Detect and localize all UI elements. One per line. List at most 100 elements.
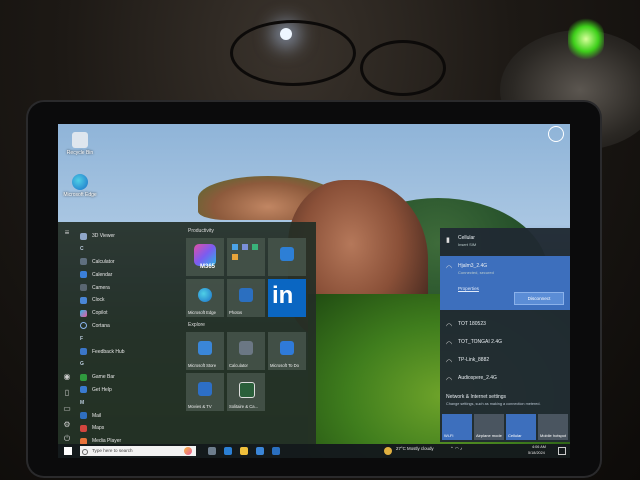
network-item[interactable]: ◠ TOT 180523 [446,320,566,338]
cluster-icon [242,244,248,250]
disconnect-button[interactable]: Disconnect [514,292,564,305]
tile-solitaire[interactable]: Solitaire & Ca... [227,373,265,411]
quick-action-airplane[interactable]: Airplane mode [474,414,504,440]
copilot-icon[interactable] [184,447,192,455]
search-box[interactable]: Type here to search [80,446,196,456]
store-icon[interactable] [256,447,264,455]
app-list-item[interactable]: Get Help [80,384,184,397]
network-item[interactable]: ◠ Audiospere_2.4G [446,374,566,392]
game-bar-icon [80,373,87,381]
document-icon[interactable]: ▯ [62,388,72,398]
network-status: Insert SIM [458,242,477,247]
app-label: Maps [92,425,105,432]
power-icon[interactable]: ⏻ [62,434,72,444]
edge-icon [198,288,212,302]
store-icon [198,341,212,355]
app-list-letter[interactable]: C [80,243,184,256]
network-cellular[interactable]: ▮ Cellular Insert SIM [446,234,566,252]
tile-store[interactable]: Microsoft Store [186,332,224,370]
user-icon[interactable]: ◉ [62,372,72,382]
network-item[interactable]: ◠ TOT_TONGAI 2.4G [446,338,566,356]
tile-calculator[interactable]: Calculator [227,332,265,370]
app-list-letter[interactable]: F [80,332,184,345]
app-list-item[interactable]: Camera [80,281,184,294]
tile-label: Microsoft Store [188,363,217,368]
copilot-icon [80,309,87,317]
app-list-item[interactable]: Calendar [80,268,184,281]
app-list-letter[interactable]: M [80,396,184,409]
tile-movies[interactable]: Movies & TV [186,373,224,411]
weather-icon[interactable] [384,447,392,455]
m365-icon [194,244,216,266]
app-list-item[interactable]: Cortana [80,320,184,333]
tile-mail[interactable] [268,238,306,276]
app-label: Get Help [92,386,112,393]
tile-label: Solitaire & Ca... [229,404,259,409]
network-connected[interactable]: ◠ Hjalm3_2.4G Connected, secured Propert… [440,256,570,310]
network-name: Audiospere_2.4G [458,375,497,381]
network-name: TOT 180523 [458,321,486,327]
task-view-icon[interactable] [208,447,216,455]
edge-icon [72,174,88,190]
tile-photos[interactable]: Photos [227,279,265,317]
mail-icon[interactable] [272,447,280,455]
app-list-item[interactable]: Mail [80,409,184,422]
app-list-item[interactable]: Maps [80,422,184,435]
cable [360,40,446,96]
start-rail: ≡ ◉ ▯ ▭ ⚙ ⏻ [58,222,78,444]
file-explorer-icon[interactable] [240,447,248,455]
quick-action-wifi[interactable]: Wi-Fi [442,414,472,440]
linkedin-icon: in [272,282,294,309]
network-name: TP-Link_8882 [458,357,490,363]
app-label: Calendar [92,271,113,278]
group-label-productivity: Productivity [188,228,214,234]
group-label-explore: Explore [188,322,205,328]
quick-action-cellular[interactable]: Cellular [506,414,536,440]
green-light [568,18,604,60]
app-list: 3D Viewer C Calculator Calendar Camera C… [80,230,184,448]
weather-text[interactable]: 27°C Mostly cloudy [396,446,434,451]
tile-apps-cluster[interactable] [227,238,265,276]
tile-m365[interactable]: M365 [186,238,224,276]
quick-action-label: Cellular [508,433,522,438]
app-list-item[interactable]: Clock [80,294,184,307]
wifi-icon: ◠ [446,377,453,384]
tile-edge[interactable]: Microsoft Edge [186,279,224,317]
app-label: 3D Viewer [92,233,115,240]
app-list-item[interactable]: Copilot [80,307,184,320]
desktop-icon-recycle-bin[interactable]: Recycle Bin [60,132,100,156]
edge-icon[interactable] [224,447,232,455]
desktop-icon-edge[interactable]: Microsoft Edge [60,174,100,198]
app-list-item[interactable]: Feedback Hub [80,345,184,358]
network-settings-link[interactable]: Network & Internet settings [446,394,506,400]
windows-start-icon[interactable] [64,447,72,455]
app-label: Clock [92,297,105,304]
tile-todo[interactable]: Microsoft To Do [268,332,306,370]
network-flyout: ▮ Cellular Insert SIM ◠ Hjalm3_2.4G Conn… [440,228,570,442]
wifi-icon: ◠ [446,341,453,348]
mail-icon [80,412,87,420]
properties-link[interactable]: Properties [458,286,479,291]
wifi-icon: ◠ [446,265,453,272]
app-list-item[interactable]: 3D Viewer [80,230,184,243]
notification-icon[interactable] [558,447,566,455]
app-list-item[interactable]: Calculator [80,256,184,269]
app-list-letter[interactable]: G [80,358,184,371]
wifi-icon: ◠ [446,323,453,330]
clock-time[interactable]: 4:06 AM [532,445,546,449]
quick-action-hotspot[interactable]: Mobile hotspot [538,414,568,440]
clock-date[interactable]: 5/18/2024 [528,451,545,455]
app-list-item[interactable]: Game Bar [80,371,184,384]
app-label: Mail [92,412,102,419]
network-item[interactable]: ◠ TP-Link_8882 [446,356,566,374]
app-icon [80,232,87,240]
app-label: Game Bar [92,374,115,381]
calculator-icon [80,258,87,266]
blocked-icon[interactable] [548,126,564,142]
tile-linkedin[interactable]: in [268,279,306,317]
settings-icon[interactable]: ⚙ [62,420,72,430]
pictures-icon[interactable]: ▭ [62,404,72,414]
quick-action-label: Mobile hotspot [540,433,567,438]
hamburger-icon[interactable]: ≡ [62,228,72,238]
tray-icons[interactable]: ⌃ ◠ ♪ [450,446,462,452]
